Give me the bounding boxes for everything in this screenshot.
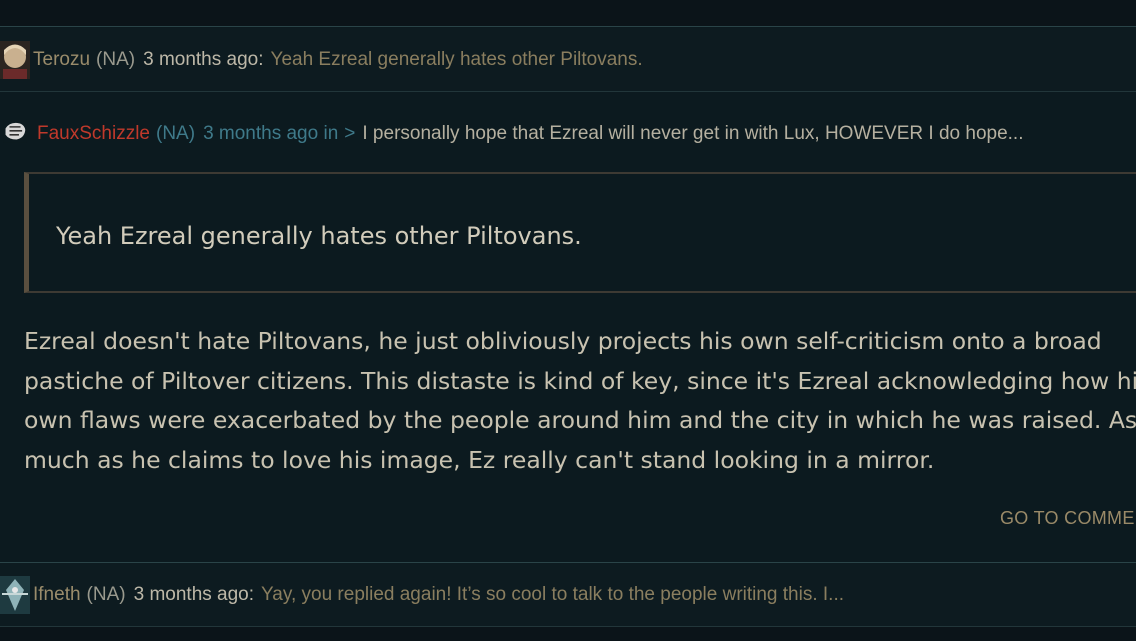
comment-time-link[interactable]: 3 months ago in bbox=[203, 123, 338, 145]
fist-avatar-icon[interactable] bbox=[0, 119, 30, 149]
bottom-band bbox=[0, 626, 1136, 641]
comment-header: FauxSchizzle (NA) 3 months ago in > I pe… bbox=[0, 110, 1136, 158]
comment-body: Ezreal doesn't hate Piltovans, he just o… bbox=[24, 322, 1136, 480]
comment-time: 3 months ago: bbox=[133, 584, 255, 605]
comment-region: (NA) bbox=[86, 584, 126, 605]
parent-thread-link[interactable]: I personally hope that Ezreal will never… bbox=[362, 123, 1023, 145]
comment-preview[interactable]: Yay, you replied again! It’s so cool to … bbox=[261, 584, 844, 606]
avatar-icon[interactable] bbox=[0, 576, 30, 614]
comment-preview[interactable]: Yeah Ezreal generally hates other Piltov… bbox=[271, 49, 643, 71]
avatar-icon[interactable] bbox=[0, 41, 30, 79]
comment-body-line: pastiche of Piltover citizens. This dist… bbox=[24, 366, 1136, 395]
go-to-comment-link[interactable]: GO TO COMME bbox=[1000, 508, 1135, 529]
quote-text: Yeah Ezreal generally hates other Piltov… bbox=[56, 222, 582, 250]
comment-author[interactable]: Terozu bbox=[33, 49, 90, 71]
comment-row-collapsed[interactable]: Ifneth (NA) 3 months ago: Yay, you repli… bbox=[0, 562, 1136, 627]
quoted-reply: Yeah Ezreal generally hates other Piltov… bbox=[24, 172, 1136, 293]
comment-region: (NA) bbox=[96, 49, 136, 70]
comment-body-line: Ezreal doesn't hate Piltovans, he just o… bbox=[24, 327, 1102, 355]
comment-region: (NA) bbox=[156, 123, 196, 144]
comment-author[interactable]: FauxSchizzle bbox=[37, 123, 150, 145]
comment-body-line: own flaws were exacerbated by the people… bbox=[24, 406, 1136, 434]
chevron-right-icon: > bbox=[344, 123, 356, 144]
comment-author[interactable]: Ifneth bbox=[33, 584, 81, 606]
comment-time: 3 months ago: bbox=[143, 49, 264, 70]
top-header-band bbox=[0, 0, 1136, 27]
comment-row-collapsed[interactable]: Terozu (NA) 3 months ago: Yeah Ezreal ge… bbox=[0, 28, 1136, 92]
divider bbox=[0, 91, 1136, 92]
comment-body-line: much as he claims to love his image, Ez … bbox=[24, 445, 935, 474]
